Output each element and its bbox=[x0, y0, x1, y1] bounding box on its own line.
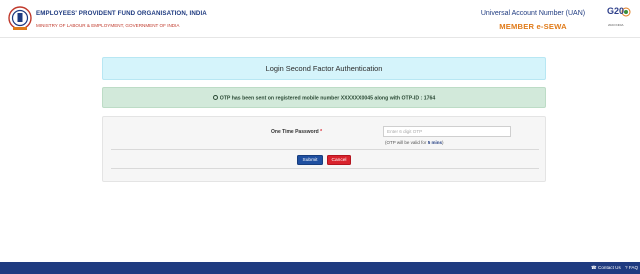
faq-link[interactable]: ? FAQ bbox=[625, 265, 638, 270]
g20-logo-icon: G20 2023 INDIA bbox=[607, 6, 633, 34]
otp-label: One Time Password * bbox=[271, 129, 322, 135]
uan-title: Universal Account Number (UAN) bbox=[480, 10, 586, 17]
cancel-button[interactable]: Cancel bbox=[327, 155, 351, 165]
g20-logo-text: G20 bbox=[607, 6, 625, 16]
ministry-name: MINISTRY OF LABOUR & EMPLOYMENT, GOVERNM… bbox=[36, 23, 180, 28]
alert-line: OTP has been sent on registered mobile n… bbox=[103, 95, 545, 102]
member-esewa-title: MEMBER e-SEWA bbox=[499, 22, 567, 31]
otp-sent-alert: OTP has been sent on registered mobile n… bbox=[102, 87, 546, 108]
phone-icon: ☎ bbox=[591, 265, 597, 270]
form-divider-top bbox=[111, 149, 539, 150]
submit-button[interactable]: Submit bbox=[297, 155, 323, 165]
otp-label-text: One Time Password bbox=[271, 129, 319, 135]
otp-input[interactable] bbox=[383, 126, 511, 137]
faq-label: FAQ bbox=[628, 265, 639, 270]
hint-prefix: (OTP will be valid for bbox=[385, 140, 428, 145]
hint-suffix: ) bbox=[441, 140, 444, 145]
auth-title-banner: Login Second Factor Authentication bbox=[102, 57, 546, 80]
org-name: EMPLOYEES' PROVIDENT FUND ORGANISATION, … bbox=[36, 10, 207, 17]
faq-icon: ? bbox=[625, 265, 628, 270]
g20-logo-subtext: 2023 INDIA bbox=[608, 23, 624, 27]
info-circle-icon bbox=[212, 95, 218, 100]
alert-message: OTP has been sent on registered mobile n… bbox=[219, 95, 436, 102]
contact-us-label: Contact Us bbox=[598, 265, 621, 270]
page-title: Login Second Factor Authentication bbox=[265, 64, 383, 73]
footer-bar: ☎ Contact Us ? FAQ bbox=[0, 262, 640, 274]
form-divider-bottom bbox=[111, 168, 539, 169]
epfo-emblem-icon[interactable] bbox=[7, 5, 33, 33]
required-mark: * bbox=[320, 129, 323, 135]
contact-us-link[interactable]: ☎ Contact Us bbox=[591, 265, 621, 271]
site-header: EMPLOYEES' PROVIDENT FUND ORGANISATION, … bbox=[0, 0, 640, 38]
otp-validity-hint: (OTP will be valid for 5 mins) bbox=[385, 140, 443, 145]
hint-time: 5 mins bbox=[427, 140, 442, 145]
otp-form: One Time Password * (OTP will be valid f… bbox=[102, 116, 546, 182]
